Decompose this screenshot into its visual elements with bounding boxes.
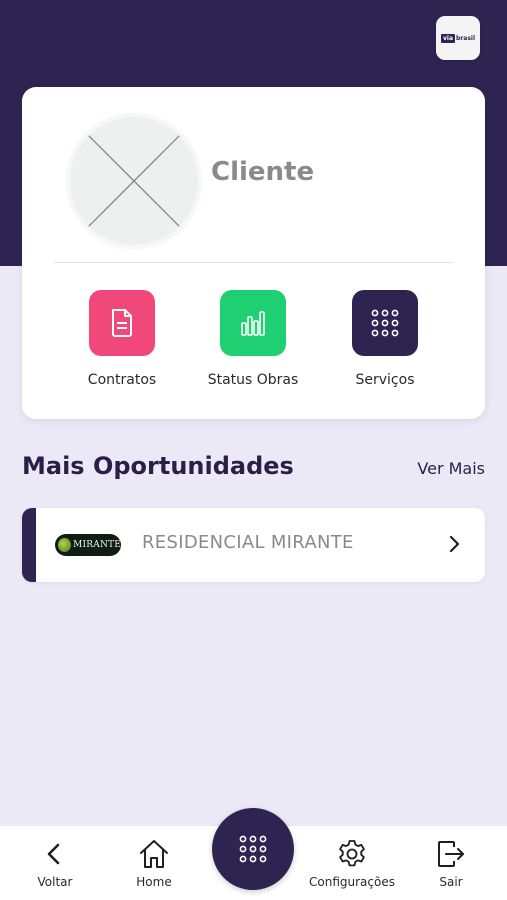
opportunity-logo: MIRANTE xyxy=(55,534,121,556)
card-accent-bar xyxy=(22,508,36,582)
gear-icon xyxy=(339,840,365,867)
contracts-label: Contratos xyxy=(87,372,157,388)
image-placeholder-icon xyxy=(83,130,185,232)
section-title: Mais Oportunidades xyxy=(22,452,294,480)
profile-card: Cliente Contratos Status Obras Serviços xyxy=(22,87,485,419)
chevron-right-icon xyxy=(449,535,460,553)
contracts-button[interactable]: Contratos xyxy=(57,290,187,388)
grid-dots-icon xyxy=(352,290,418,356)
client-name: Cliente xyxy=(211,157,315,187)
see-more-link[interactable]: Ver Mais xyxy=(417,459,485,478)
back-button[interactable]: Voltar xyxy=(0,838,110,889)
home-button[interactable]: Home xyxy=(99,838,209,889)
construction-status-label: Status Obras xyxy=(207,372,299,388)
logout-label: Sair xyxy=(439,875,463,889)
settings-label: Configurações xyxy=(309,875,395,889)
services-button[interactable]: Serviços xyxy=(320,290,450,388)
logout-icon xyxy=(438,841,464,867)
brand-logo-mark: via xyxy=(440,33,456,43)
home-icon xyxy=(140,840,168,868)
services-label: Serviços xyxy=(355,372,415,388)
avatar-placeholder[interactable] xyxy=(70,117,198,245)
home-label: Home xyxy=(136,875,172,889)
brand-logo-word: brasil xyxy=(456,34,476,42)
menu-button[interactable] xyxy=(212,808,294,890)
brand-logo: via brasil xyxy=(436,16,480,60)
divider xyxy=(54,262,454,263)
bar-chart-icon xyxy=(220,290,286,356)
document-icon xyxy=(89,290,155,356)
opportunity-logo-text: MIRANTE xyxy=(73,540,121,550)
settings-button[interactable]: Configurações xyxy=(297,838,407,889)
chevron-left-icon xyxy=(47,843,60,865)
opportunity-name: RESIDENCIAL MIRANTE xyxy=(142,532,354,553)
construction-status-button[interactable]: Status Obras xyxy=(188,290,318,388)
back-label: Voltar xyxy=(37,875,73,889)
opportunity-card[interactable]: MIRANTE RESIDENCIAL MIRANTE xyxy=(22,508,485,582)
grid-dots-icon xyxy=(239,835,267,863)
leaf-icon xyxy=(58,538,72,552)
logout-button[interactable]: Sair xyxy=(396,838,506,889)
